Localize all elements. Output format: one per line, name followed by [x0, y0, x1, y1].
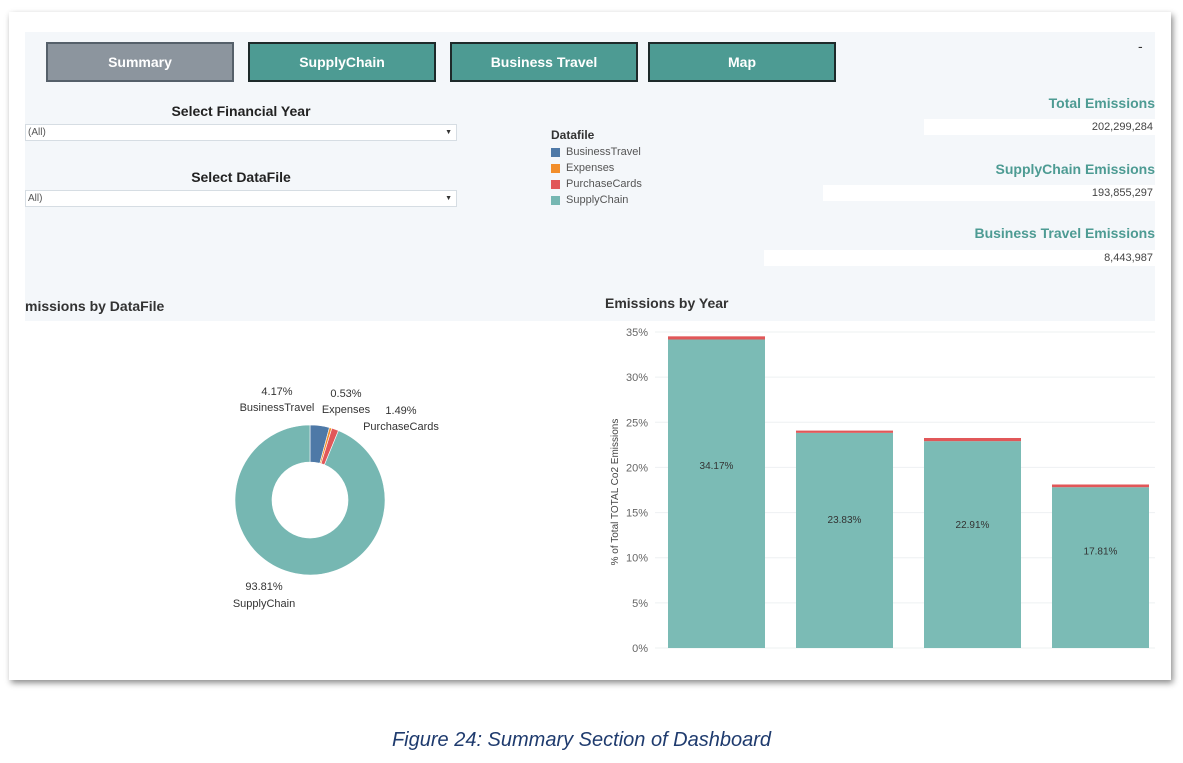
financial-year-title: Select Financial Year [171, 103, 311, 119]
datafile-title: Select DataFile [191, 169, 291, 185]
legend-title: Datafile [551, 128, 595, 142]
donut-slice-supplychain[interactable] [234, 424, 386, 576]
bar-supplychain[interactable] [668, 339, 765, 648]
legend-item-purchasecards[interactable]: PurchaseCards [551, 176, 642, 192]
y-tick-label: 15% [626, 508, 648, 520]
donut-label-businesstravel: BusinessTravel [240, 402, 315, 414]
y-tick-label: 30% [626, 372, 648, 384]
tab-map[interactable]: Map [648, 42, 836, 82]
bar-supplychain[interactable] [924, 441, 1021, 648]
corner-mark: - [1138, 38, 1143, 54]
emissions-by-datafile-donut-chart: 4.17% BusinessTravel 0.53% Expenses 1.49… [233, 386, 440, 610]
figure-caption: Figure 24: Summary Section of Dashboard [391, 729, 772, 751]
emissions-by-year-bar-chart: % of Total TOTAL Co2 Emissions 0% 5% 10% 15… [610, 327, 1155, 655]
legend-label: SupplyChain [566, 194, 629, 206]
donut-chart-title: missions by DataFile [25, 298, 165, 314]
legend-swatch [551, 163, 560, 173]
bar-cap-segment[interactable] [796, 430, 893, 433]
datafile-select[interactable]: All) ▼ [25, 190, 457, 207]
financial-year-select[interactable]: (All) ▼ [25, 124, 457, 141]
legend-item-supplychain[interactable]: SupplyChain [551, 192, 642, 208]
datafile-value: All) [28, 193, 43, 204]
y-axis-label: % of Total TOTAL Co2 Emissions [610, 419, 621, 566]
legend-swatch [551, 195, 560, 205]
donut-label-pct-purchasecards: 1.49% [385, 405, 416, 417]
legend-item-businesstravel[interactable]: BusinessTravel [551, 144, 642, 160]
y-tick-label: 25% [626, 417, 648, 429]
donut-label-expenses: Expenses [322, 404, 371, 416]
y-tick-label: 0% [632, 643, 648, 655]
bar-supplychain[interactable] [1052, 487, 1149, 648]
bar-value-label: 17.81% [1084, 547, 1118, 558]
y-tick-label: 20% [626, 462, 648, 474]
donut-label-pct-expenses: 0.53% [330, 388, 361, 400]
donut-label-purchasecards: PurchaseCards [363, 421, 439, 433]
bar-cap-segment[interactable] [1052, 484, 1149, 488]
supplychain-emissions-title: SupplyChain Emissions [995, 161, 1155, 177]
bar-supplychain[interactable] [796, 432, 893, 648]
legend-item-expenses[interactable]: Expenses [551, 160, 642, 176]
bar-value-label: 34.17% [700, 461, 734, 472]
legend-label: BusinessTravel [566, 146, 641, 158]
tab-supplychain[interactable]: SupplyChain [248, 42, 436, 82]
business-travel-emissions-value: 8,443,987 [764, 250, 1155, 266]
y-tick-label: 35% [626, 327, 648, 339]
dropdown-arrow-icon[interactable]: ▼ [445, 125, 452, 140]
donut-label-pct-businesstravel: 4.17% [261, 386, 292, 398]
financial-year-value: (All) [28, 127, 46, 138]
bar-chart-title: Emissions by Year [605, 295, 729, 311]
tab-summary[interactable]: Summary [46, 42, 234, 82]
business-travel-emissions-title: Business Travel Emissions [974, 225, 1155, 241]
legend-swatch [551, 147, 560, 157]
bar-cap-segment[interactable] [924, 437, 1021, 442]
legend-label: PurchaseCards [566, 178, 642, 190]
bar-value-label: 23.83% [828, 515, 862, 526]
bar-value-label: 22.91% [956, 520, 990, 531]
legend-swatch [551, 179, 560, 189]
legend-label: Expenses [566, 162, 615, 174]
y-tick-label: 5% [632, 598, 648, 610]
total-emissions-value: 202,299,284 [924, 119, 1155, 135]
dropdown-arrow-icon[interactable]: ▼ [445, 191, 452, 206]
tab-business-travel[interactable]: Business Travel [450, 42, 638, 82]
datafile-legend: Datafile BusinessTravel Expenses Purchas… [551, 128, 642, 208]
donut-label-pct-supplychain: 93.81% [245, 581, 283, 593]
donut-label-supplychain: SupplyChain [233, 598, 295, 610]
supplychain-emissions-value: 193,855,297 [823, 185, 1155, 201]
total-emissions-title: Total Emissions [1048, 95, 1155, 111]
y-tick-label: 10% [626, 553, 648, 565]
bar-cap-segment[interactable] [668, 336, 765, 340]
